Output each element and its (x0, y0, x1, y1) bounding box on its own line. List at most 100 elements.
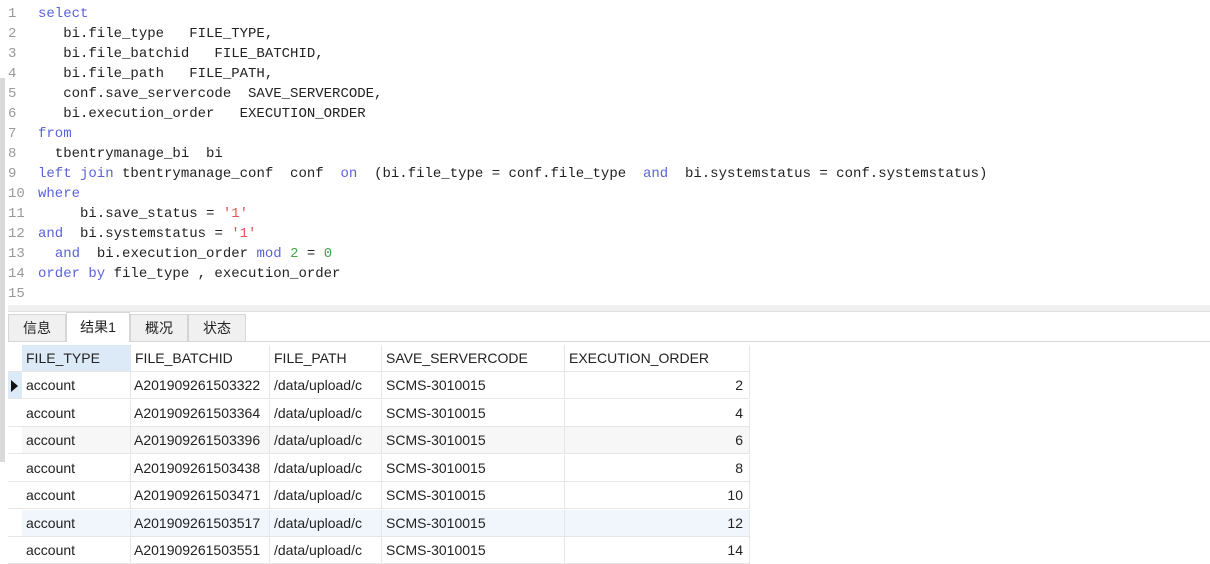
cell-file-type[interactable]: account (22, 454, 131, 482)
code-line[interactable]: 1 select (8, 4, 1210, 24)
cell-file-path[interactable]: /data/upload/c (270, 454, 382, 482)
column-header-file-path[interactable]: FILE_PATH (270, 345, 382, 372)
cell-execution-order[interactable]: 10 (565, 482, 750, 509)
column-header-execution-order[interactable]: EXECUTION_ORDER (565, 345, 750, 372)
code-line[interactable]: 6 bi.execution_order EXECUTION_ORDER (8, 104, 1210, 124)
cell-file-type[interactable]: account (22, 482, 131, 509)
cell-save-servercode[interactable]: SCMS-3010015 (382, 537, 565, 564)
sql-text: bi.systemstatus = (63, 226, 232, 242)
code-line[interactable]: 5 conf.save_servercode SAVE_SERVERCODE, (8, 84, 1210, 104)
line-number: 11 (8, 206, 25, 222)
row-indicator[interactable] (8, 400, 22, 427)
line-number: 8 (8, 146, 17, 162)
table-row[interactable]: account A201909261503438/data/upload/c SCM… (8, 454, 750, 482)
cell-file-path[interactable]: /data/upload/c (270, 427, 382, 454)
cell-file-type[interactable]: account (22, 509, 131, 537)
table-row[interactable]: account A201909261503551/data/upload/c SCM… (8, 537, 750, 564)
tab-overview[interactable]: 概况 (130, 314, 188, 341)
line-number: 6 (8, 106, 17, 122)
cell-file-path[interactable]: /data/upload/c (270, 537, 382, 564)
cell-file-path[interactable]: /data/upload/c (270, 482, 382, 509)
table-row[interactable]: account A201909261503396/data/upload/c SCM… (8, 427, 750, 454)
sql-keyword: where (38, 186, 81, 202)
sql-text: (bi.file_type = conf.file_type (357, 166, 643, 182)
row-indicator[interactable] (8, 372, 22, 399)
sql-text: bi.save_status = (38, 206, 223, 222)
cell-file-batchid[interactable]: A201909261503517 (131, 509, 270, 537)
code-line[interactable]: 9 left join tbentrymanage_conf conf on (b… (8, 164, 1210, 184)
cell-file-batchid[interactable]: A201909261503322 (131, 372, 270, 399)
code-line[interactable]: 7 from (8, 124, 1210, 144)
row-indicator[interactable] (8, 427, 22, 454)
cell-save-servercode[interactable]: SCMS-3010015 (382, 509, 565, 537)
line-number: 13 (8, 246, 25, 262)
column-header-save-servercode[interactable]: SAVE_SERVERCODE (382, 345, 565, 372)
cell-file-batchid[interactable]: A201909261503551 (131, 537, 270, 564)
sql-text: bi.file_type FILE_TYPE, (38, 26, 274, 42)
line-number: 15 (8, 286, 25, 302)
column-header-file-batchid[interactable]: FILE_BATCHID (131, 345, 270, 372)
cell-save-servercode[interactable]: SCMS-3010015 (382, 482, 565, 509)
code-line[interactable]: 15 (8, 284, 1210, 304)
code-line[interactable]: 12 and bi.systemstatus = '1' (8, 224, 1210, 244)
cell-save-servercode[interactable]: SCMS-3010015 (382, 454, 565, 482)
cell-execution-order[interactable]: 6 (565, 427, 750, 454)
tab-info[interactable]: 信息 (8, 314, 66, 341)
sql-text: conf.save_servercode SAVE_SERVERCODE, (38, 86, 383, 102)
tab-status[interactable]: 状态 (188, 314, 246, 341)
cell-file-path[interactable]: /data/upload/c (270, 399, 382, 427)
editor-splitter[interactable] (8, 305, 1210, 312)
tab-result1[interactable]: 结果1 (66, 312, 130, 342)
cell-file-type[interactable]: account (22, 537, 131, 564)
window-edge-scrollbar[interactable] (0, 78, 5, 462)
cell-file-type[interactable]: account (22, 399, 131, 427)
sql-text: tbentrymanage_conf conf (113, 166, 341, 182)
table-row[interactable]: account A201909261503322/data/upload/c SCM… (8, 372, 750, 399)
cell-file-batchid[interactable]: A201909261503364 (131, 399, 270, 427)
header-corner (8, 345, 22, 372)
grid-header-row: FILE_TYPE FILE_BATCHID FILE_PATH SAVE_SERVE… (8, 345, 750, 372)
table-row[interactable]: account A201909261503364/data/upload/c SCM… (8, 399, 750, 427)
cell-save-servercode[interactable]: SCMS-3010015 (382, 372, 565, 399)
cell-file-path[interactable]: /data/upload/c (270, 372, 382, 399)
row-indicator[interactable] (8, 482, 22, 509)
cell-save-servercode[interactable]: SCMS-3010015 (382, 427, 565, 454)
code-line[interactable]: 14 order by file_type , execution_order (8, 264, 1210, 284)
code-line[interactable]: 11 bi.save_status = '1' (8, 204, 1210, 224)
cell-save-servercode[interactable]: SCMS-3010015 (382, 399, 565, 427)
cell-file-path[interactable]: /data/upload/c (270, 509, 382, 537)
column-header-file-type[interactable]: FILE_TYPE (22, 345, 131, 372)
sql-text: bi.systemstatus = conf.systemstatus) (668, 166, 988, 182)
cell-file-type[interactable]: account (22, 427, 131, 454)
code-line[interactable]: 8 tbentrymanage_bi bi (8, 144, 1210, 164)
table-row[interactable]: account A201909261503517/data/upload/c SCM… (8, 509, 750, 537)
code-line[interactable]: 13 and bi.execution_order mod 2 = 0 (8, 244, 1210, 264)
cell-file-batchid[interactable]: A201909261503396 (131, 427, 270, 454)
cell-file-batchid[interactable]: A201909261503438 (131, 454, 270, 482)
row-indicator[interactable] (8, 537, 22, 564)
sql-editor[interactable]: 1 select 2 bi.file_type FILE_TYPE, 3 bi.fil… (8, 0, 1210, 305)
row-indicator[interactable] (8, 455, 22, 482)
cell-file-type[interactable]: account (22, 372, 131, 399)
sql-text: bi.file_path FILE_PATH, (38, 66, 274, 82)
code-line[interactable]: 3 bi.file_batchid FILE_BATCHID, (8, 44, 1210, 64)
cell-execution-order[interactable]: 4 (565, 399, 750, 427)
code-line[interactable]: 4 bi.file_path FILE_PATH, (8, 64, 1210, 84)
code-line[interactable]: 10 where (8, 184, 1210, 204)
sql-keyword: on (340, 166, 358, 182)
cell-execution-order[interactable]: 12 (565, 509, 750, 537)
cell-execution-order[interactable]: 14 (565, 537, 750, 564)
line-number: 12 (8, 226, 25, 242)
table-row[interactable]: account A201909261503471/data/upload/c SCM… (8, 482, 750, 509)
sql-keyword: select (38, 6, 89, 22)
sql-keyword: from (38, 126, 72, 142)
cell-file-batchid[interactable]: A201909261503471 (131, 482, 270, 509)
cell-execution-order[interactable]: 8 (565, 454, 750, 482)
sql-keyword: and (38, 226, 64, 242)
sql-text: bi.execution_order (80, 246, 257, 262)
sql-text: file_type , execution_order (105, 266, 341, 282)
cell-execution-order[interactable]: 2 (565, 372, 750, 399)
code-line[interactable]: 2 bi.file_type FILE_TYPE, (8, 24, 1210, 44)
row-indicator[interactable] (8, 510, 22, 537)
